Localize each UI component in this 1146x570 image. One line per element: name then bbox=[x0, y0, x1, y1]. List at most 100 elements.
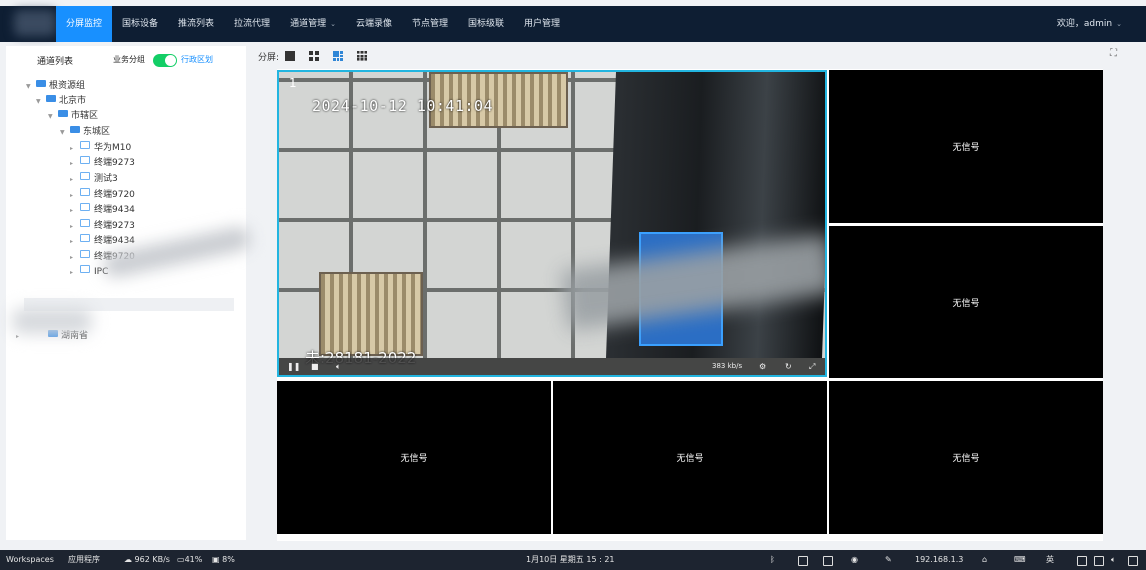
nav-split-monitor[interactable]: 分屏监控 bbox=[56, 6, 113, 42]
camera-icon bbox=[80, 250, 90, 258]
nav-channel-manage[interactable]: 通道管理 ⌄ bbox=[280, 6, 346, 42]
user-menu[interactable]: 欢迎，admin ⌄ bbox=[1057, 6, 1122, 42]
camera-icon bbox=[80, 172, 90, 180]
camera-icon bbox=[80, 141, 90, 149]
copy-icon[interactable] bbox=[823, 556, 833, 566]
video-cell-5[interactable]: 无信号 bbox=[553, 381, 827, 534]
folder-icon bbox=[36, 80, 46, 87]
caret-down-icon[interactable]: ▼ bbox=[60, 126, 70, 140]
channel-label: 终端9273 bbox=[94, 158, 135, 168]
tree-channel[interactable]: ▸ 测试3 bbox=[70, 172, 118, 186]
channel-label: 终端9434 bbox=[94, 205, 135, 215]
layout-6-screen-icon[interactable] bbox=[333, 51, 344, 61]
fullscreen-icon[interactable]: ⛶ bbox=[1110, 49, 1118, 59]
nav-push-list[interactable]: 推流列表 bbox=[168, 6, 224, 42]
nav-gb-cascade[interactable]: 国标级联 bbox=[458, 6, 514, 42]
cpu-indicator: ▭41% bbox=[177, 550, 202, 570]
layout-1-screen-icon[interactable] bbox=[285, 51, 296, 61]
group-toggle[interactable] bbox=[153, 54, 177, 67]
toggle-knob bbox=[165, 55, 176, 66]
tree-channel[interactable]: ▸ 终端9273 bbox=[70, 156, 135, 170]
caret-down-icon[interactable]: ▼ bbox=[36, 95, 46, 109]
pen-icon[interactable]: ✎ bbox=[885, 550, 892, 570]
caret-right-icon: ▸ bbox=[70, 254, 74, 261]
caret-right-icon: ▸ bbox=[70, 269, 74, 276]
video-cell-3[interactable]: 无信号 bbox=[829, 226, 1103, 378]
screen-icon[interactable] bbox=[1094, 556, 1104, 566]
notification-icon[interactable] bbox=[1128, 556, 1138, 566]
tree-node-label: 市辖区 bbox=[71, 111, 99, 121]
channel-label: 终端9434 bbox=[94, 236, 135, 246]
caret-down-icon[interactable]: ▼ bbox=[26, 80, 36, 94]
tree-channel[interactable]: ▸ 终端9434 bbox=[70, 203, 135, 217]
video-cell-4[interactable]: 无信号 bbox=[277, 381, 551, 534]
mem-indicator: ▣ 8% bbox=[212, 550, 235, 570]
input-method[interactable]: 英 bbox=[1046, 550, 1054, 570]
caret-right-icon: ▸ bbox=[70, 160, 74, 167]
apps-menu[interactable]: 应用程序 bbox=[68, 550, 100, 570]
settings-icon[interactable]: ⚙ bbox=[759, 358, 766, 375]
tree-node-label: 根资源组 bbox=[49, 81, 86, 91]
tree-node-root[interactable]: ▼ 根资源组 bbox=[26, 79, 85, 93]
refresh-icon[interactable]: ↻ bbox=[785, 358, 792, 375]
mem-value: 8% bbox=[222, 555, 235, 564]
tree-node-label: 东城区 bbox=[83, 127, 111, 137]
tree-channel[interactable]: ▸ 终端9273 bbox=[70, 219, 135, 233]
region-link[interactable]: 行政区划 bbox=[181, 54, 213, 65]
top-nav-bar: 分屏监控 国标设备 推流列表 拉流代理 通道管理 ⌄ 云端录像 节点管理 国标级联… bbox=[0, 6, 1146, 42]
chevron-down-icon: ⌄ bbox=[330, 20, 336, 28]
tree-channel[interactable]: ▸ 终端9434 bbox=[70, 234, 135, 248]
camera-icon bbox=[80, 156, 90, 164]
main-nav: 分屏监控 国标设备 推流列表 拉流代理 通道管理 ⌄ 云端录像 节点管理 国标级联… bbox=[56, 6, 570, 42]
bluetooth-icon[interactable]: ᛒ bbox=[770, 550, 775, 570]
cell-index: 1 bbox=[289, 76, 297, 90]
nav-cloud-record[interactable]: 云端录像 bbox=[346, 6, 402, 42]
keyboard-icon[interactable]: ⌨ bbox=[1014, 550, 1026, 570]
window-icon[interactable] bbox=[1077, 556, 1087, 566]
camera-icon bbox=[80, 265, 90, 273]
caret-right-icon: ▸ bbox=[70, 223, 74, 230]
video-scene bbox=[319, 272, 423, 356]
nav-gb-devices[interactable]: 国标设备 bbox=[112, 6, 168, 42]
chat-icon[interactable]: ◉ bbox=[851, 550, 858, 570]
home-icon[interactable]: ⌂ bbox=[982, 550, 987, 570]
pause-icon[interactable]: ❚❚ bbox=[287, 358, 300, 375]
video-cell-main[interactable]: 1 2024-10-12 10:41:04 未:28181-2022 ❚❚ ■ … bbox=[277, 70, 827, 377]
tree-node-city[interactable]: ▼ 北京市 bbox=[36, 94, 86, 108]
tree-node-label: 北京市 bbox=[59, 96, 87, 106]
camera-icon bbox=[80, 203, 90, 211]
tree-node-district[interactable]: ▼ 市辖区 bbox=[48, 109, 98, 123]
tree-channel[interactable]: ▸ 终端9720 bbox=[70, 188, 135, 202]
volume-icon[interactable]: 🔈︎ bbox=[336, 358, 341, 375]
tray-app-icon[interactable] bbox=[798, 556, 808, 566]
caret-right-icon: ▸ bbox=[70, 238, 74, 245]
layout-9-screen-icon[interactable] bbox=[357, 51, 368, 61]
tree-channel[interactable]: ▸ 华为M10 bbox=[70, 141, 131, 155]
no-signal-label: 无信号 bbox=[952, 454, 980, 464]
stop-icon[interactable]: ■ bbox=[311, 358, 319, 375]
folder-icon bbox=[58, 110, 68, 117]
caret-down-icon[interactable]: ▼ bbox=[48, 110, 58, 124]
caret-right-icon: ▸ bbox=[70, 176, 74, 183]
speaker-icon[interactable]: 🔈︎ bbox=[1111, 550, 1116, 570]
no-signal-label: 无信号 bbox=[952, 143, 980, 153]
channel-label: 华为M10 bbox=[94, 143, 132, 153]
nav-pull-proxy[interactable]: 拉流代理 bbox=[224, 6, 280, 42]
player-controls: ❚❚ ■ 🔈︎ 383 kb/s ⚙ ↻ ⤢ bbox=[279, 358, 825, 375]
nav-user-manage[interactable]: 用户管理 bbox=[514, 6, 570, 42]
tree-node-sub-district[interactable]: ▼ 东城区 bbox=[60, 125, 110, 139]
camera-icon bbox=[80, 188, 90, 196]
layout-4-screen-icon[interactable] bbox=[309, 51, 320, 61]
net-speed-indicator: ☁ 962 KB/s bbox=[124, 550, 170, 570]
net-speed-value: 962 KB/s bbox=[134, 555, 170, 564]
nav-node-manage[interactable]: 节点管理 bbox=[402, 6, 458, 42]
folder-icon bbox=[46, 95, 56, 102]
video-cell-2[interactable]: 无信号 bbox=[829, 70, 1103, 223]
workspaces-button[interactable]: Workspaces bbox=[6, 550, 54, 570]
group-label: 业务分组 bbox=[113, 55, 145, 64]
osd-timestamp: 2024-10-12 10:41:04 bbox=[312, 97, 494, 115]
clock[interactable]: 1月10日 星期五 15 : 21 bbox=[526, 550, 615, 570]
expand-icon[interactable]: ⤢ bbox=[809, 358, 815, 375]
video-cell-6[interactable]: 无信号 bbox=[829, 381, 1103, 534]
redacted-blur bbox=[12, 308, 92, 334]
